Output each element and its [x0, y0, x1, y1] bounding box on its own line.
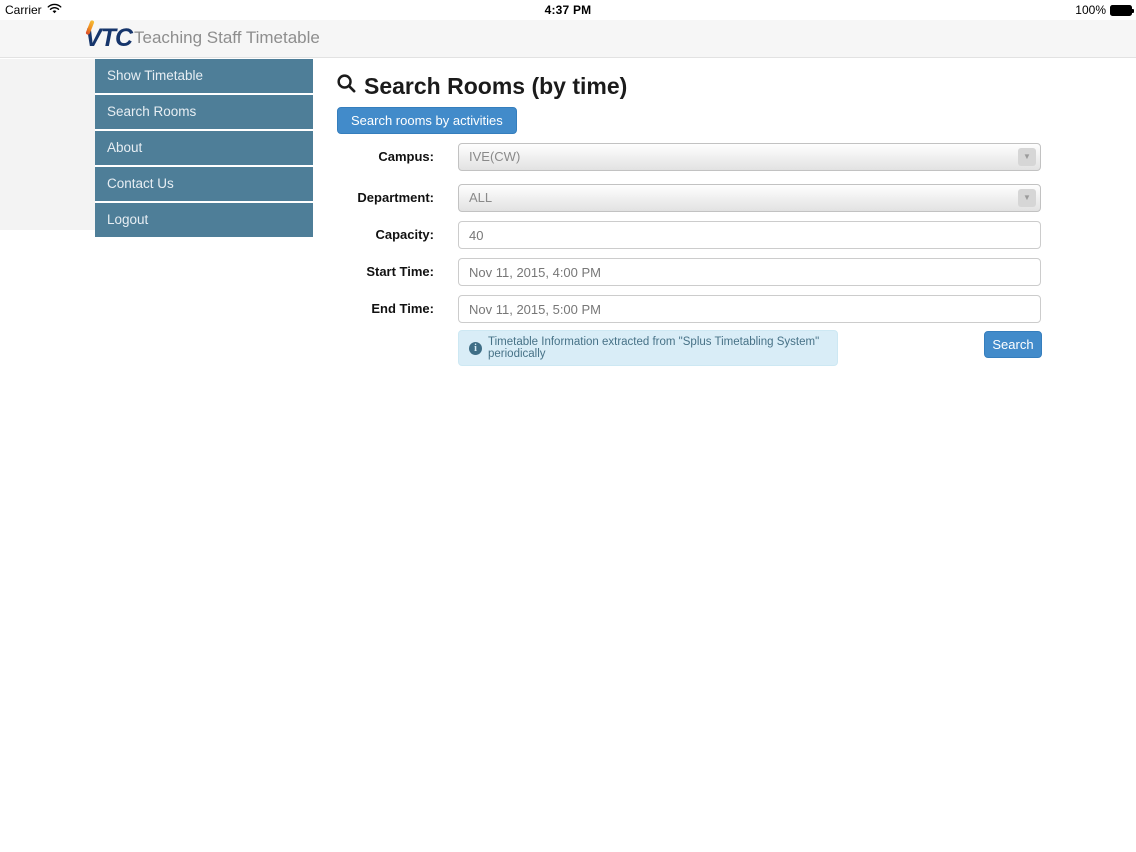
logo-letters-tc: TC — [101, 24, 132, 52]
info-note: i Timetable Information extracted from "… — [458, 330, 838, 366]
chevron-down-icon: ▼ — [1018, 189, 1036, 207]
department-select-value: ALL — [469, 190, 492, 205]
left-gutter — [0, 59, 95, 230]
vtc-logo: VTC — [85, 24, 132, 54]
capacity-input[interactable] — [458, 221, 1041, 249]
status-bar: Carrier 4:37 PM 100% — [0, 0, 1136, 20]
department-select[interactable]: ALL ▼ — [458, 184, 1041, 212]
start-time-label: Start Time: — [334, 258, 434, 286]
search-rooms-by-activities-button[interactable]: Search rooms by activities — [337, 107, 517, 134]
sidebar-menu: Show Timetable Search Rooms About Contac… — [95, 59, 313, 237]
page-title: Search Rooms (by time) — [336, 73, 627, 100]
end-time-input[interactable] — [458, 295, 1041, 323]
app-title: Teaching Staff Timetable — [134, 28, 320, 48]
screen: Carrier 4:37 PM 100% VTC Teaching Staff … — [0, 0, 1136, 852]
campus-select-value: IVE(CW) — [469, 149, 520, 164]
battery-percent: 100% — [1075, 3, 1106, 17]
search-icon — [336, 73, 357, 100]
capacity-label: Capacity: — [334, 221, 434, 249]
end-time-label: End Time: — [334, 295, 434, 323]
start-time-input[interactable] — [458, 258, 1041, 286]
search-button[interactable]: Search — [984, 331, 1042, 358]
battery-area: 100% — [1075, 3, 1132, 17]
sidebar-item-about[interactable]: About — [95, 129, 313, 165]
department-label: Department: — [334, 184, 434, 212]
app-header: VTC Teaching Staff Timetable — [0, 20, 1136, 58]
campus-label: Campus: — [334, 143, 434, 171]
page-title-text: Search Rooms (by time) — [364, 73, 627, 100]
sidebar-item-contact-us[interactable]: Contact Us — [95, 165, 313, 201]
sidebar-item-search-rooms[interactable]: Search Rooms — [95, 93, 313, 129]
sidebar-item-show-timetable[interactable]: Show Timetable — [95, 59, 313, 93]
battery-icon — [1110, 5, 1132, 16]
sidebar-item-logout[interactable]: Logout — [95, 201, 313, 237]
clock: 4:37 PM — [0, 3, 1136, 17]
campus-select[interactable]: IVE(CW) ▼ — [458, 143, 1041, 171]
info-icon: i — [469, 342, 482, 355]
chevron-down-icon: ▼ — [1018, 148, 1036, 166]
info-note-text: Timetable Information extracted from "Sp… — [488, 336, 827, 360]
